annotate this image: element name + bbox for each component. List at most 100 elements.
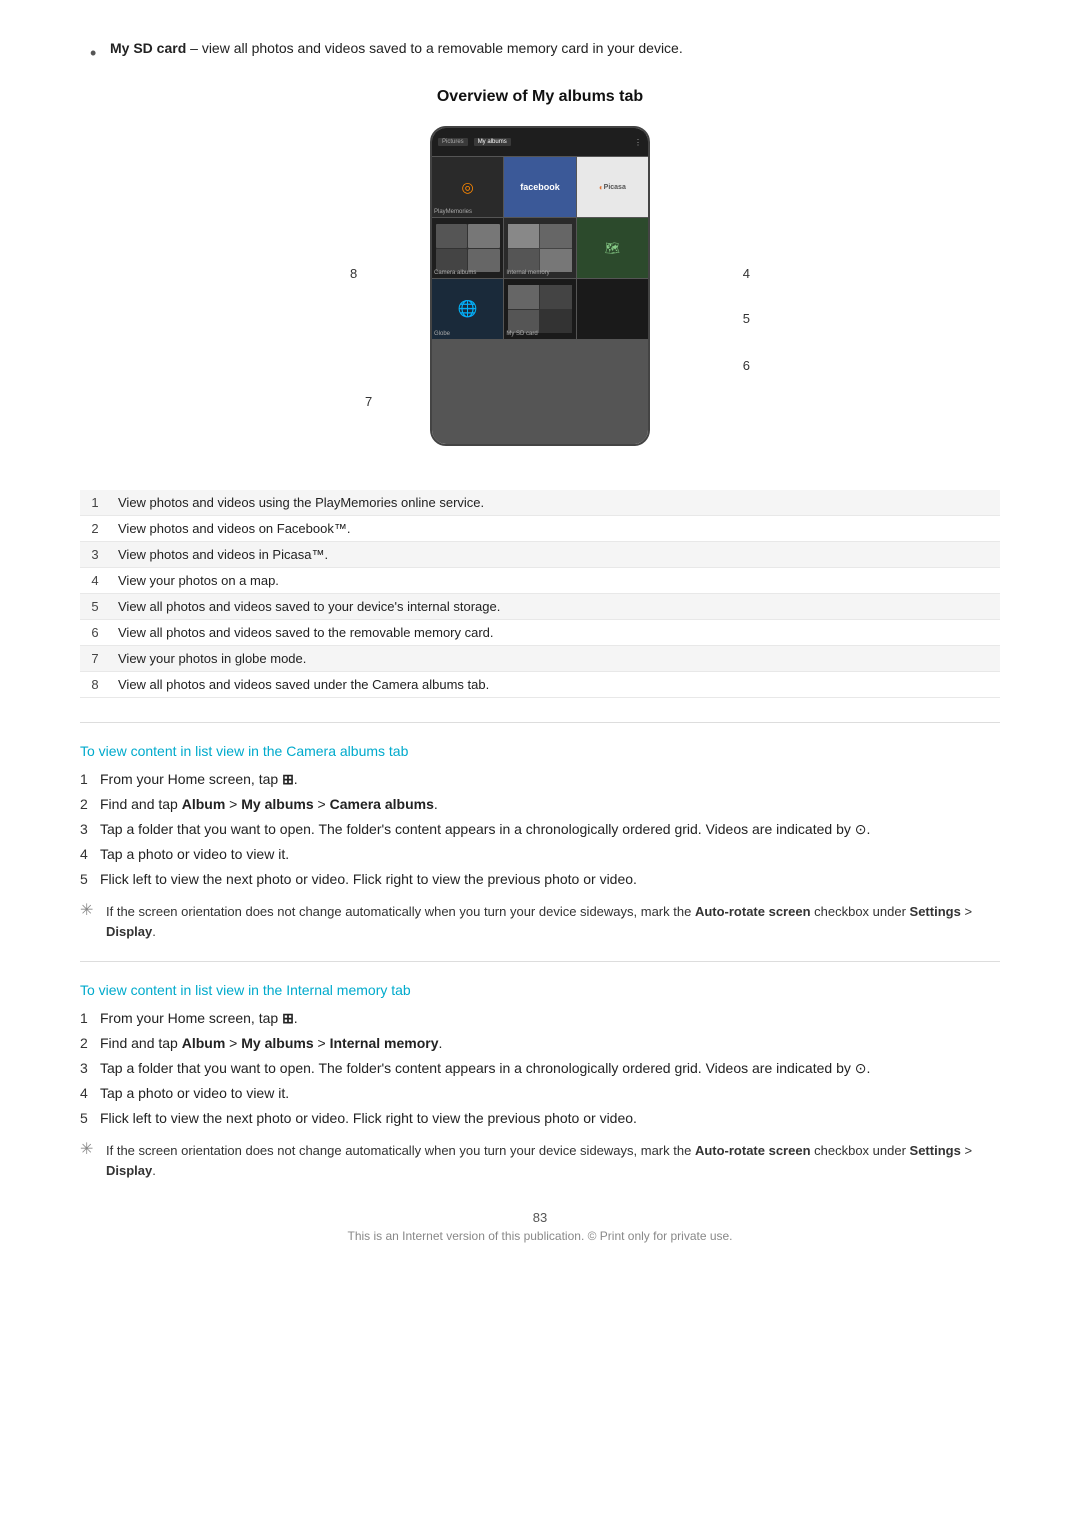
phone-screen: Pictures My albums ⋮ ◎ PlayMemories face… [432,128,648,444]
settings-bold-1: Settings [910,904,961,919]
tip-icon-2: ✳ [80,1139,106,1159]
list-item: 2Find and tap Album > My albums > Intern… [80,1033,1000,1054]
display-bold-1: Display [106,924,152,939]
list-item: 5Flick left to view the next photo or vi… [80,1108,1000,1129]
camera-section-title: To view content in list view in the Came… [80,743,1000,759]
table-row: 7View your photos in globe mode. [80,646,1000,672]
bullet-dot: • [90,43,100,64]
row-num: 6 [80,620,110,646]
step-number: 5 [80,1108,100,1129]
picasa-label: Picasa [604,184,626,191]
row-num: 7 [80,646,110,672]
step-text: Tap a photo or video to view it. [100,844,1000,865]
diag-label-8: 8 [350,266,357,281]
globe-label: Globe [434,331,450,337]
step-number: 2 [80,794,100,815]
divider-1 [80,722,1000,723]
diag-label-5: 5 [743,311,750,326]
camera-tip-text: If the screen orientation does not chang… [106,902,1000,941]
cell-map: 🗺 [577,218,648,278]
cell-empty [577,279,648,339]
number-table: 1View photos and videos using the PlayMe… [80,490,1000,698]
step-text: From your Home screen, tap ⊞. [100,769,1000,790]
diag-label-4: 4 [743,266,750,281]
table-row: 4View your photos on a map. [80,568,1000,594]
table-row: 6View all photos and videos saved to the… [80,620,1000,646]
internal-tip-text: If the screen orientation does not chang… [106,1141,1000,1180]
step-number: 5 [80,869,100,890]
diagram-wrapper: 1 2 3 4 5 6 7 8 Pictures My albums ⋮ ◎ P… [310,126,770,466]
row-num: 3 [80,542,110,568]
internal-steps: 1From your Home screen, tap ⊞.2Find and … [80,1008,1000,1129]
list-item: 1From your Home screen, tap ⊞. [80,1008,1000,1029]
diag-label-6: 6 [743,358,750,373]
row-text: View photos and videos on Facebook™. [110,516,1000,542]
table-row: 5View all photos and videos saved to you… [80,594,1000,620]
phone-menu-icon: ⋮ [634,138,642,147]
list-item: 5Flick left to view the next photo or vi… [80,869,1000,890]
playmemories-icon: ◎ [462,179,474,196]
row-num: 5 [80,594,110,620]
step-number: 4 [80,844,100,865]
step-text: Tap a photo or video to view it. [100,1083,1000,1104]
row-num: 8 [80,672,110,698]
map-icon: 🗺 [605,241,620,255]
internal-memory-label: Internal memory [506,270,549,276]
camera-tip: ✳ If the screen orientation does not cha… [80,902,1000,941]
camera-albums-label: Camera albums [434,270,476,276]
overview-heading: Overview of My albums tab [80,88,1000,106]
globe-icon: 🌐 [458,299,478,319]
row-num: 1 [80,490,110,516]
tab-pictures: Pictures [438,138,468,146]
step-number: 1 [80,1008,100,1029]
copyright-text: This is an Internet version of this publ… [80,1229,1000,1243]
step-text: From your Home screen, tap ⊞. [100,1008,1000,1029]
step-text: Tap a folder that you want to open. The … [100,819,1000,840]
cell-internal-memory: Internal memory [504,218,575,278]
row-num: 2 [80,516,110,542]
cell-facebook: facebook [504,157,575,217]
cell-picasa: ◐ Picasa [577,157,648,217]
bullet-sd-card: • My SD card – view all photos and video… [80,40,1000,64]
facebook-label: facebook [520,182,560,192]
table-row: 8View all photos and videos saved under … [80,672,1000,698]
sd-card-bold: My SD card [110,40,186,56]
phone-mockup: Pictures My albums ⋮ ◎ PlayMemories face… [430,126,650,446]
row-text: View your photos on a map. [110,568,1000,594]
table-row: 2View photos and videos on Facebook™. [80,516,1000,542]
tip-icon-1: ✳ [80,900,106,920]
intro-section: • My SD card – view all photos and video… [80,40,1000,64]
page-number: 83 [80,1210,1000,1225]
step-text: Find and tap Album > My albums > Interna… [100,1033,1000,1054]
cell-globe: Globe 🌐 [432,279,503,339]
phone-topbar: Pictures My albums ⋮ [432,128,648,156]
step-number: 2 [80,1033,100,1054]
cell-mysd: My SD card [504,279,575,339]
row-text: View all photos and videos saved under t… [110,672,1000,698]
step-number: 3 [80,1058,100,1079]
row-num: 4 [80,568,110,594]
table-row: 1View photos and videos using the PlayMe… [80,490,1000,516]
row-text: View all photos and videos saved to the … [110,620,1000,646]
internal-tip: ✳ If the screen orientation does not cha… [80,1141,1000,1180]
display-bold-2: Display [106,1163,152,1178]
internal-section-title: To view content in list view in the Inte… [80,982,1000,998]
row-text: View photos and videos using the PlayMem… [110,490,1000,516]
step-number: 4 [80,1083,100,1104]
page-footer: 83 This is an Internet version of this p… [80,1210,1000,1243]
step-number: 3 [80,819,100,840]
row-text: View all photos and videos saved to your… [110,594,1000,620]
step-text: Find and tap Album > My albums > Camera … [100,794,1000,815]
list-item: 3Tap a folder that you want to open. The… [80,819,1000,840]
auto-rotate-bold-1: Auto-rotate screen [695,904,811,919]
row-text: View your photos in globe mode. [110,646,1000,672]
cell-playmemories: ◎ PlayMemories [432,157,503,217]
list-item: 2Find and tap Album > My albums > Camera… [80,794,1000,815]
list-item: 4Tap a photo or video to view it. [80,844,1000,865]
diagram-container: 1 2 3 4 5 6 7 8 Pictures My albums ⋮ ◎ P… [80,126,1000,466]
list-item: 4Tap a photo or video to view it. [80,1083,1000,1104]
auto-rotate-bold-2: Auto-rotate screen [695,1143,811,1158]
step-text: Flick left to view the next photo or vid… [100,869,1000,890]
diag-label-7: 7 [365,394,372,409]
row-text: View photos and videos in Picasa™. [110,542,1000,568]
